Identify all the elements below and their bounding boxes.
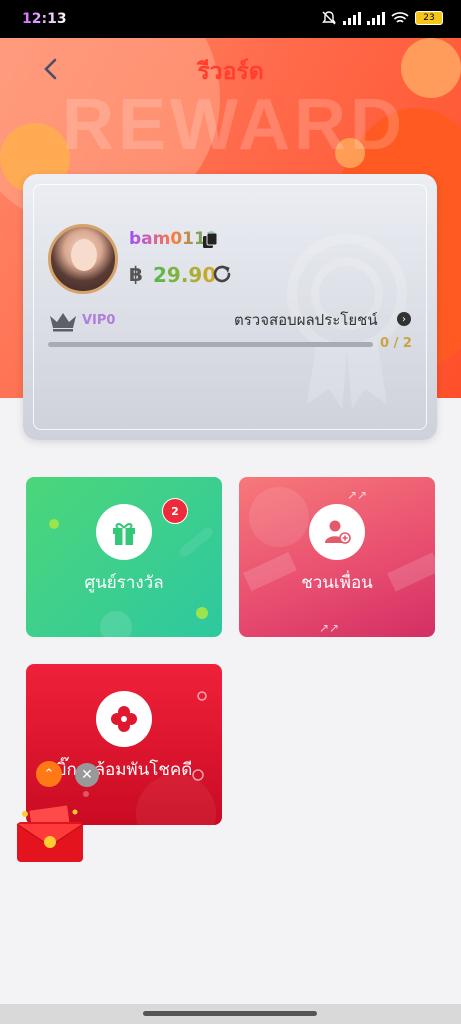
reward-center-label: ศูนย์รางวัล [84, 573, 164, 593]
wifi-icon [391, 12, 409, 23]
page-title: รีวอร์ด [197, 59, 264, 85]
currency-symbol: ฿ [129, 262, 143, 286]
svg-text:↗↗: ↗↗ [347, 488, 367, 502]
lucky-wheel-tile[interactable]: บิ๊กวงล้อมพันโชคดี [26, 664, 222, 825]
vip-progress-text: 0 / 2 [380, 336, 412, 351]
reward-center-tile[interactable]: 2 ศูนย์รางวัล [26, 477, 222, 637]
home-indicator [0, 1004, 461, 1024]
status-bar: 12:13 23 [0, 0, 461, 38]
add-user-icon [325, 520, 351, 544]
crown-icon [50, 313, 76, 332]
status-icons: 23 [321, 10, 443, 26]
vip-progress-bar [48, 342, 373, 347]
check-benefits-link[interactable]: ตรวจสอบผลประโยชน์ [234, 308, 378, 332]
clover-icon-circle [96, 691, 152, 747]
reward-watermark: REWARD [62, 85, 406, 165]
add-user-icon-circle [309, 504, 365, 560]
balance-amount: 29.90 [153, 263, 217, 287]
chevron-right-icon[interactable]: › [397, 312, 411, 326]
signal-icon-2 [367, 11, 385, 25]
signal-icon [343, 11, 361, 25]
gift-icon [113, 523, 135, 545]
vip-level: VIP0 [82, 313, 116, 328]
clover-icon [111, 706, 137, 732]
mute-bell-icon [322, 11, 336, 25]
refresh-icon[interactable] [210, 262, 234, 286]
account-card [23, 174, 437, 440]
red-envelope-icon[interactable] [13, 804, 87, 864]
chevron-up-icon[interactable]: ⌃ [36, 761, 62, 787]
invite-friend-tile[interactable]: ↗↗ ↗↗ ชวนเพื่อน [239, 477, 435, 637]
notification-badge: 2 [162, 498, 188, 524]
battery-icon: 23 [415, 11, 443, 25]
gift-icon-circle [96, 504, 152, 560]
status-time: 12:13 [22, 11, 67, 27]
invite-friend-label: ชวนเพื่อน [301, 573, 373, 593]
svg-text:↗↗: ↗↗ [319, 621, 339, 635]
close-icon[interactable]: ✕ [75, 763, 99, 787]
avatar[interactable] [48, 224, 118, 294]
copy-icon[interactable] [202, 232, 218, 249]
